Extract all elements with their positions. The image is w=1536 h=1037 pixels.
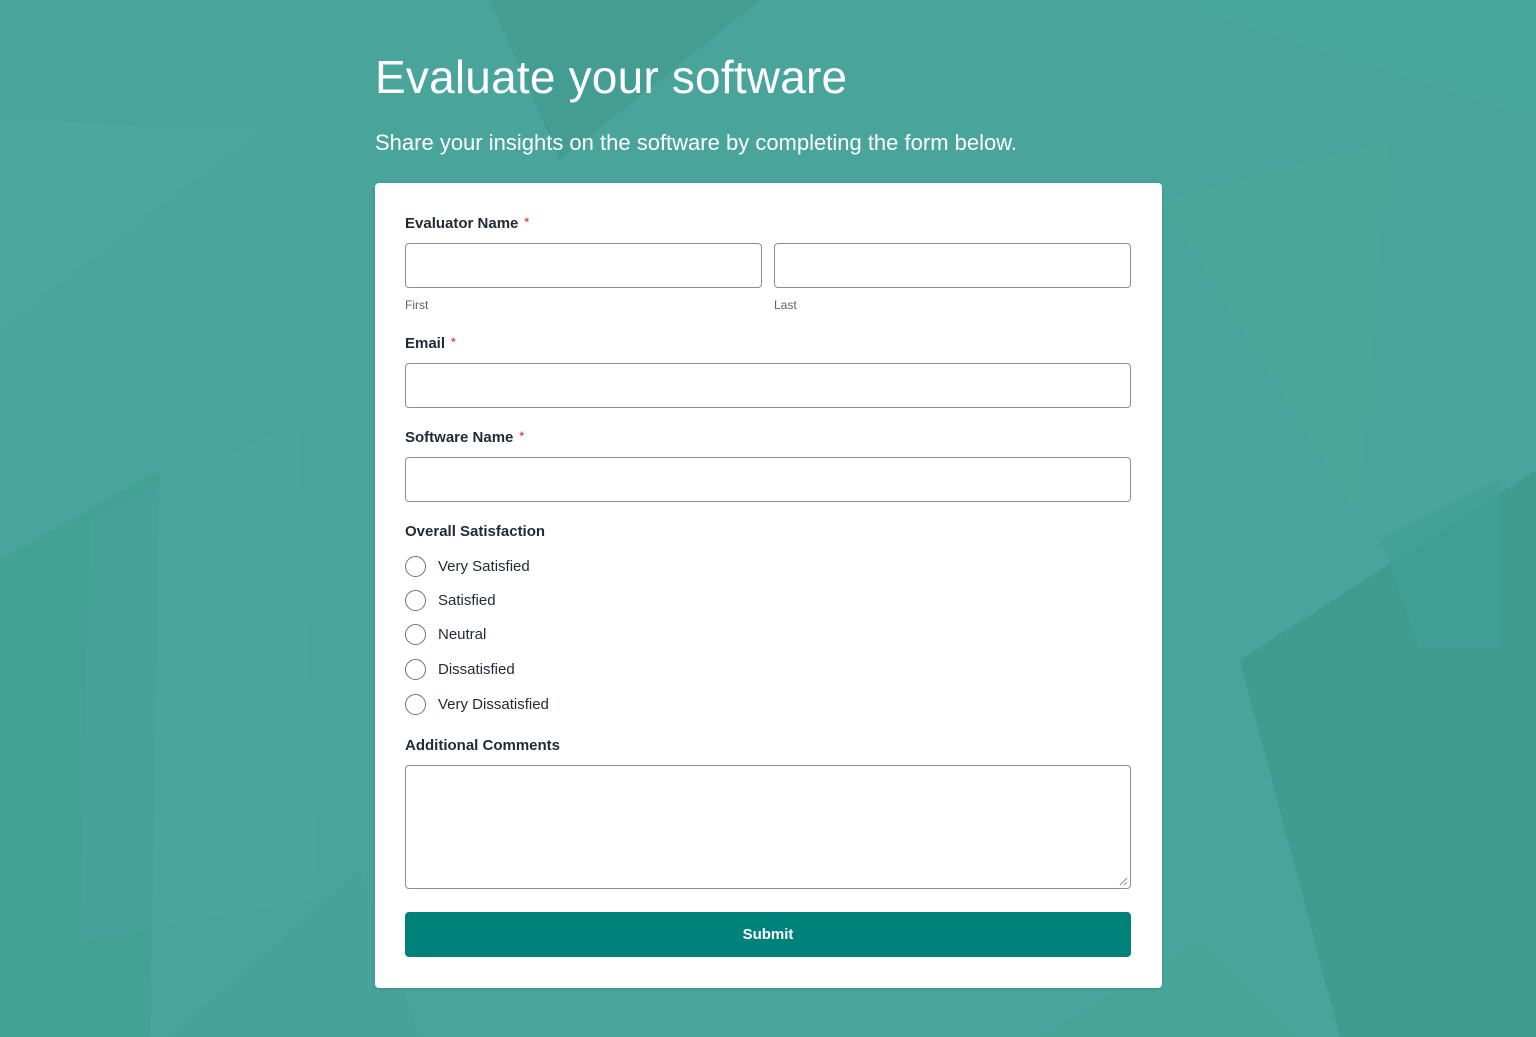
radio-button[interactable]	[405, 623, 426, 645]
software-name-label-text: Software Name	[405, 429, 514, 446]
radio-neutral[interactable]: Neutral	[405, 622, 486, 646]
radio-label: Dissatisfied	[438, 660, 515, 678]
satisfaction-label-text: Overall Satisfaction	[405, 523, 546, 540]
radio-button[interactable]	[405, 658, 426, 680]
radio-button[interactable]	[405, 589, 426, 611]
submit-button[interactable]: Submit	[405, 912, 1131, 957]
comments-label: Additional Comments	[405, 737, 560, 754]
required-asterisk: *	[519, 429, 525, 443]
radio-satisfied[interactable]: Satisfied	[405, 588, 496, 612]
page-title: Evaluate your software	[375, 51, 848, 103]
radio-very-dissatisfied[interactable]: Very Dissatisfied	[405, 692, 549, 716]
radio-dissatisfied[interactable]: Dissatisfied	[405, 657, 515, 681]
first-name-input[interactable]	[405, 243, 762, 288]
satisfaction-label: Overall Satisfaction	[405, 523, 545, 540]
email-label-text: Email	[405, 335, 446, 352]
required-asterisk: *	[524, 215, 530, 229]
comments-textarea[interactable]	[405, 765, 1131, 889]
evaluator-name-label: Evaluator Name *	[405, 215, 529, 232]
radio-button[interactable]	[405, 555, 426, 577]
first-name-sublabel: First	[405, 298, 429, 312]
email-label: Email *	[405, 335, 456, 352]
radio-label: Neutral	[438, 625, 487, 643]
last-name-input[interactable]	[774, 243, 1131, 288]
evaluation-form: Evaluator Name * First Last Email * Softwa…	[375, 183, 1162, 988]
radio-label: Very Satisfied	[438, 557, 530, 575]
radio-button[interactable]	[405, 693, 426, 715]
page-subtitle: Share your insights on the software by c…	[375, 130, 1018, 155]
radio-very-satisfied[interactable]: Very Satisfied	[405, 554, 530, 578]
last-name-sublabel: Last	[774, 298, 797, 312]
radio-label: Satisfied	[438, 591, 496, 609]
software-name-label: Software Name *	[405, 429, 524, 446]
software-name-input[interactable]	[405, 457, 1131, 502]
evaluator-name-label-text: Evaluator Name	[405, 215, 519, 232]
required-asterisk: *	[451, 335, 456, 349]
email-input[interactable]	[405, 363, 1131, 408]
resize-grip-icon[interactable]	[1118, 876, 1128, 886]
radio-label: Very Dissatisfied	[438, 695, 549, 713]
comments-label-text: Additional Comments	[405, 737, 561, 754]
